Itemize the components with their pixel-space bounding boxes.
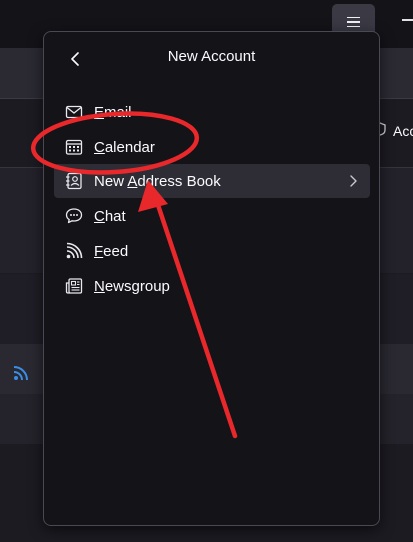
- newsgroup-icon: [65, 278, 83, 294]
- email-icon: [65, 105, 83, 119]
- menu-item-newsgroup[interactable]: Newsgroup: [54, 269, 370, 303]
- address-book-icon: [66, 172, 82, 190]
- calendar-icon: [65, 139, 83, 155]
- menu-item-label: Calendar: [94, 139, 155, 156]
- menu-item-label: Email: [94, 104, 132, 121]
- feed-icon: [66, 242, 83, 259]
- menu-item-label: Feed: [94, 243, 129, 260]
- feed-icon: [13, 366, 28, 381]
- menu-item-email[interactable]: Email: [54, 95, 370, 129]
- menu-item-label: Newsgroup: [94, 278, 170, 295]
- hamburger-icon-line: [347, 16, 360, 19]
- menu-item-label: New Address Book: [94, 173, 221, 190]
- hamburger-icon-line: [347, 25, 360, 28]
- hamburger-icon-line: [347, 21, 360, 23]
- menu-item-calendar[interactable]: Calendar: [54, 130, 370, 164]
- chevron-right-icon: [350, 175, 357, 187]
- chat-icon: [65, 208, 83, 224]
- menu-item-feed[interactable]: Feed: [54, 234, 370, 268]
- account-settings-link[interactable]: Acc: [393, 123, 413, 139]
- minimize-icon[interactable]: [402, 19, 413, 21]
- new-account-panel: New Account Email Calendar New Address B…: [43, 31, 380, 526]
- menu-item-chat[interactable]: Chat: [54, 199, 370, 233]
- menu-item-new-address-book[interactable]: New Address Book: [54, 164, 370, 198]
- menu-item-label: Chat: [94, 208, 126, 225]
- panel-title: New Account: [167, 48, 256, 65]
